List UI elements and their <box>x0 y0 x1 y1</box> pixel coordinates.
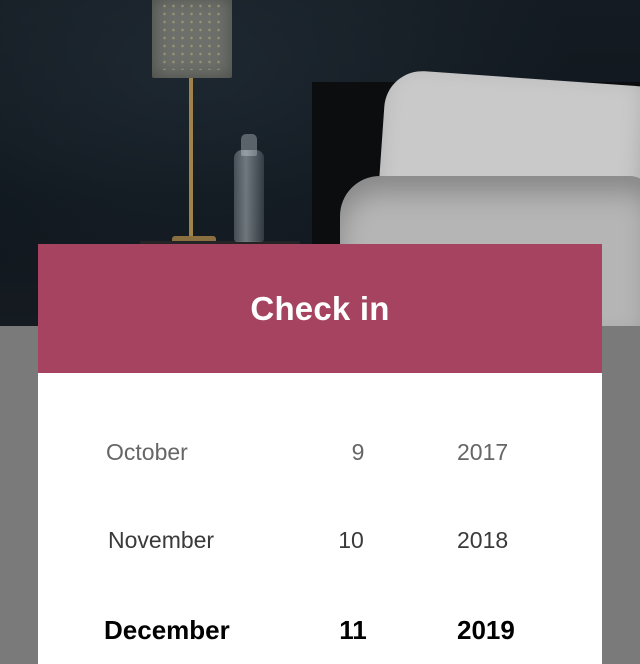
glass-bottle <box>234 150 264 242</box>
picker-day-option[interactable]: 9 <box>328 439 388 466</box>
dialog-header: Check in <box>38 244 602 373</box>
lamp-pole <box>189 78 193 242</box>
picker-month-selected[interactable]: December <box>104 615 230 646</box>
check-in-dialog: Check in October 9 2017 November 10 2018… <box>38 244 602 664</box>
picker-year-selected[interactable]: 2019 <box>457 615 515 646</box>
date-picker[interactable]: October 9 2017 November 10 2018 December… <box>38 373 602 664</box>
picker-day-selected[interactable]: 11 <box>323 615 383 646</box>
picker-month-option[interactable]: October <box>106 439 188 466</box>
picker-year-option[interactable]: 2017 <box>457 439 508 466</box>
picker-day-option[interactable]: 10 <box>321 527 381 554</box>
picker-year-option[interactable]: 2018 <box>457 527 508 554</box>
lamp-shade <box>152 0 232 78</box>
dialog-title: Check in <box>250 289 390 327</box>
picker-month-option[interactable]: November <box>108 527 214 554</box>
